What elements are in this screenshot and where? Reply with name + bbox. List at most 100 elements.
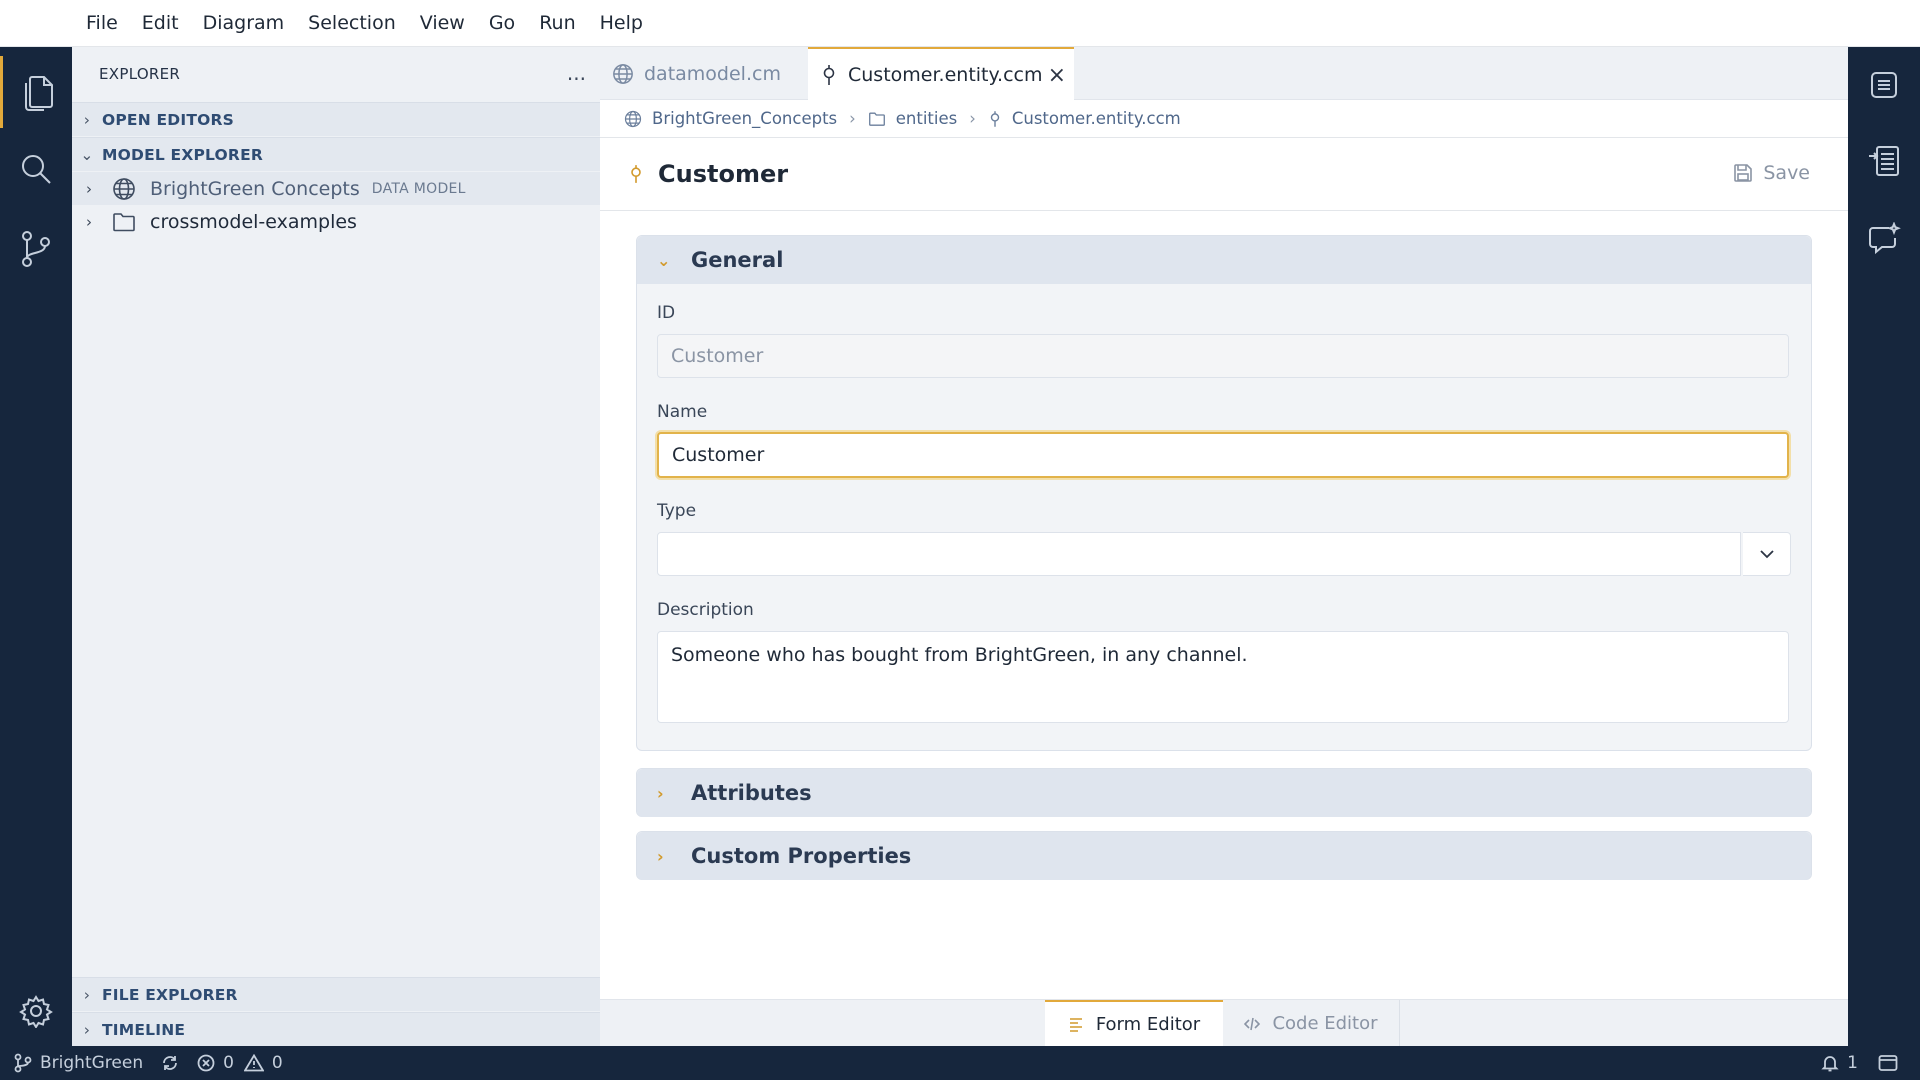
chat-sparkle-icon bbox=[1869, 222, 1901, 255]
menu-diagram[interactable]: Diagram bbox=[191, 0, 297, 47]
chevron-right-icon: › bbox=[969, 109, 976, 128]
explorer-activity-button[interactable] bbox=[0, 56, 72, 128]
source-control-icon bbox=[22, 231, 50, 267]
id-field[interactable]: Customer bbox=[657, 334, 1789, 378]
menu-view[interactable]: View bbox=[408, 0, 477, 47]
chevron-right-icon: › bbox=[83, 985, 91, 1004]
breadcrumb: BrightGreen_Concepts › entities › Custom… bbox=[600, 100, 1848, 138]
name-value: Customer bbox=[672, 444, 765, 466]
settings-activity-button[interactable] bbox=[0, 975, 72, 1047]
tab-customer-entity[interactable]: Customer.entity.ccm × bbox=[808, 47, 1074, 100]
save-label: Save bbox=[1763, 162, 1810, 184]
explorer-sidebar: EXPLORER ... › OPEN EDITORS ⌄ MODEL EXPL… bbox=[72, 47, 600, 1046]
save-button[interactable]: Save bbox=[1733, 162, 1810, 184]
globe-icon bbox=[624, 110, 642, 127]
layout-toggle[interactable] bbox=[1878, 1054, 1906, 1072]
files-icon bbox=[24, 76, 53, 111]
bell-icon bbox=[1821, 1056, 1839, 1072]
chevron-down-icon: ⌄ bbox=[657, 250, 671, 270]
chat-button[interactable] bbox=[1848, 203, 1920, 275]
attributes-panel[interactable]: › Attributes bbox=[636, 768, 1812, 817]
properties-button[interactable] bbox=[1848, 125, 1920, 197]
timeline-label: TIMELINE bbox=[102, 1020, 186, 1039]
warning-count: 0 bbox=[271, 1053, 283, 1073]
chevron-right-icon: › bbox=[86, 212, 92, 231]
tree-item-label: BrightGreen Concepts bbox=[150, 177, 360, 200]
warning-icon bbox=[243, 1054, 264, 1072]
chevron-down-icon: ⌄ bbox=[80, 145, 94, 164]
source-control-activity-button[interactable] bbox=[0, 213, 72, 285]
outline-button[interactable] bbox=[1848, 49, 1920, 121]
file-explorer-section[interactable]: › FILE EXPLORER bbox=[72, 977, 600, 1011]
open-editors-section[interactable]: › OPEN EDITORS bbox=[72, 102, 600, 136]
breadcrumb-item[interactable]: Customer.entity.ccm bbox=[988, 109, 1181, 128]
tab-label: datamodel.cm bbox=[644, 62, 781, 85]
form-header: Customer Save bbox=[600, 138, 1848, 211]
gear-icon bbox=[19, 995, 53, 1028]
folder-icon bbox=[868, 112, 885, 126]
timeline-section[interactable]: › TIMELINE bbox=[72, 1012, 600, 1046]
activity-bar bbox=[0, 47, 72, 1046]
tab-label: Form Editor bbox=[1095, 1014, 1201, 1035]
menu-help[interactable]: Help bbox=[588, 0, 655, 47]
branch-icon bbox=[14, 1053, 32, 1073]
tab-label: Customer.entity.ccm bbox=[848, 63, 1043, 86]
panel-heading: General bbox=[691, 248, 784, 272]
model-explorer-section[interactable]: ⌄ MODEL EXPLORER bbox=[72, 137, 600, 171]
tab-datamodel[interactable]: datamodel.cm bbox=[600, 47, 808, 100]
description-field[interactable]: Someone who has bought from BrightGreen,… bbox=[657, 631, 1789, 723]
entity-icon bbox=[631, 165, 641, 183]
data-model-badge: DATA MODEL bbox=[371, 180, 466, 197]
tree-item-crossmodel-examples[interactable]: › crossmodel-examples bbox=[72, 205, 600, 238]
breadcrumb-item[interactable]: entities bbox=[868, 109, 957, 128]
branch-status[interactable]: BrightGreen bbox=[14, 1053, 143, 1073]
custom-properties-panel-header[interactable]: › Custom Properties bbox=[637, 832, 1811, 880]
more-actions-button[interactable]: ... bbox=[567, 61, 586, 85]
branch-label: BrightGreen bbox=[40, 1053, 144, 1073]
problems-status[interactable]: 0 0 bbox=[197, 1053, 283, 1073]
breadcrumb-label: entities bbox=[895, 109, 958, 128]
chevron-right-icon: › bbox=[849, 109, 856, 128]
form-icon bbox=[1069, 1017, 1082, 1032]
tab-code-editor[interactable]: Code Editor bbox=[1223, 1000, 1400, 1047]
type-label: Type bbox=[657, 501, 697, 521]
tree-item-brightgreen-concepts[interactable]: › BrightGreen Concepts DATA MODEL bbox=[72, 172, 600, 205]
chevron-right-icon: › bbox=[83, 1020, 91, 1039]
model-explorer-label: MODEL EXPLORER bbox=[102, 145, 263, 164]
notifications-status[interactable]: 1 bbox=[1821, 1053, 1858, 1073]
menu-run[interactable]: Run bbox=[527, 0, 587, 47]
outline-icon bbox=[1871, 72, 1897, 98]
custom-properties-panel[interactable]: › Custom Properties bbox=[636, 831, 1812, 880]
open-editors-label: OPEN EDITORS bbox=[102, 110, 234, 129]
name-field[interactable]: Customer bbox=[657, 432, 1789, 478]
secondary-activity-bar bbox=[1848, 47, 1920, 1046]
error-count: 0 bbox=[223, 1053, 234, 1073]
menu-file[interactable]: File bbox=[74, 0, 130, 47]
sync-status[interactable] bbox=[161, 1054, 187, 1072]
editor-area: datamodel.cm Customer.entity.ccm × Brigh… bbox=[600, 47, 1848, 1047]
sync-icon bbox=[163, 1056, 177, 1070]
chevron-right-icon: › bbox=[657, 846, 664, 866]
sidebar-title-label: EXPLORER bbox=[99, 65, 181, 83]
general-panel-header[interactable]: ⌄ General bbox=[637, 236, 1811, 284]
sidebar-title: EXPLORER bbox=[72, 47, 600, 101]
close-icon[interactable]: × bbox=[1048, 63, 1066, 88]
entity-icon bbox=[990, 110, 1000, 127]
menu-bar: File Edit Diagram Selection View Go Run … bbox=[0, 0, 1920, 47]
tab-form-editor[interactable]: Form Editor bbox=[1045, 1000, 1223, 1047]
general-panel: ⌄ General ID Customer Name Customer Type… bbox=[636, 235, 1812, 751]
menu-edit[interactable]: Edit bbox=[130, 0, 191, 47]
attributes-panel-header[interactable]: › Attributes bbox=[637, 769, 1811, 817]
type-dropdown-button[interactable] bbox=[1743, 532, 1791, 576]
type-select[interactable] bbox=[657, 532, 1741, 576]
breadcrumb-item[interactable]: BrightGreen_Concepts bbox=[624, 109, 837, 128]
menu-selection[interactable]: Selection bbox=[296, 0, 408, 47]
chevron-right-icon: › bbox=[86, 179, 92, 198]
description-label: Description bbox=[657, 600, 754, 620]
editor-mode-tabs: Form Editor Code Editor bbox=[600, 999, 1848, 1047]
tab-label: Code Editor bbox=[1272, 1013, 1378, 1034]
menu-go[interactable]: Go bbox=[477, 0, 527, 47]
breadcrumb-label: BrightGreen_Concepts bbox=[652, 109, 838, 128]
search-activity-button[interactable] bbox=[0, 133, 72, 205]
page-title: Customer bbox=[658, 160, 789, 188]
